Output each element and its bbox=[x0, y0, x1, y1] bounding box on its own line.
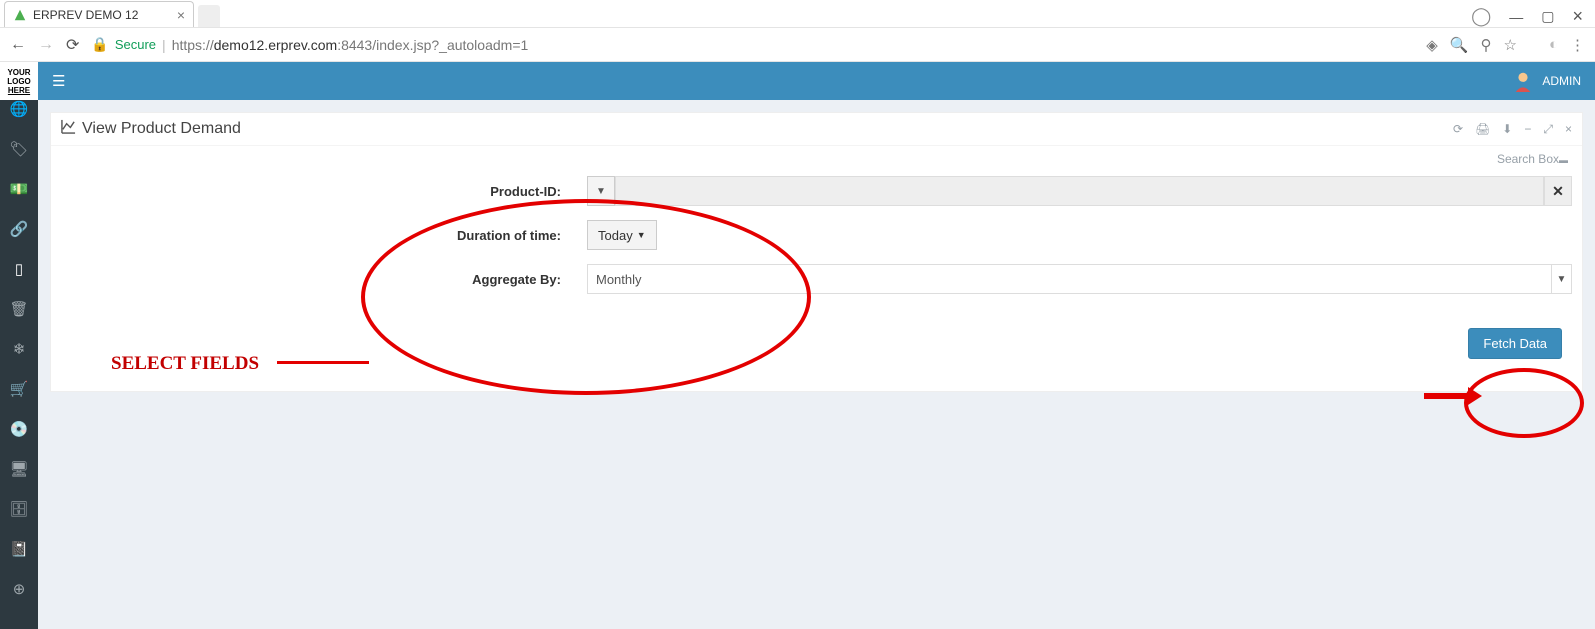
logo-line2: LOGO bbox=[7, 77, 31, 86]
product-id-input[interactable] bbox=[615, 176, 1544, 206]
aggregate-value: Monthly bbox=[596, 272, 642, 287]
url-field[interactable]: 🔒 Secure | https://demo12.erprev.com:844… bbox=[91, 36, 1414, 53]
panel-close-icon[interactable]: × bbox=[1565, 122, 1572, 137]
refresh-icon[interactable]: ⟳ bbox=[1453, 122, 1463, 137]
left-nav: YOUR LOGO HERE 🌐 🏷 💵 🔗 ▯ 🗑 ❄ 🛒 💿 🖥 🗄 📓 ⊕ bbox=[0, 62, 38, 629]
address-icons: ◈ 🔍 ⚲ ☆ ◐ ⋮ bbox=[1426, 36, 1585, 54]
maximize-button[interactable]: ▢ bbox=[1541, 8, 1554, 25]
hamburger-icon[interactable]: ☰ bbox=[52, 72, 65, 90]
chevron-down-icon: ▼ bbox=[637, 230, 646, 240]
product-dropdown-button[interactable]: ▼ bbox=[587, 176, 615, 206]
row-aggregate: Aggregate By: Monthly ▼ bbox=[51, 264, 1582, 294]
tab-favicon bbox=[13, 8, 27, 22]
logo[interactable]: YOUR LOGO HERE bbox=[0, 62, 38, 100]
searchbox-toggle[interactable]: Search Box▬ bbox=[51, 146, 1582, 166]
tag-icon[interactable]: 🏷 bbox=[9, 140, 28, 158]
trash-icon[interactable]: 🗑 bbox=[9, 300, 28, 318]
cart-icon[interactable]: 🛒 bbox=[10, 380, 29, 398]
annotation-text: SELECT FIELDS bbox=[111, 353, 259, 375]
app-container: YOUR LOGO HERE 🌐 🏷 💵 🔗 ▯ 🗑 ❄ 🛒 💿 🖥 🗄 📓 ⊕… bbox=[0, 62, 1595, 629]
aggregate-select[interactable]: Monthly bbox=[587, 264, 1552, 294]
disc-icon[interactable]: 💿 bbox=[10, 420, 29, 438]
row-product-id: Product-ID: ▼ ✕ bbox=[51, 176, 1582, 206]
label-aggregate: Aggregate By: bbox=[51, 272, 587, 287]
window-controls: ◯ — ▢ × bbox=[1471, 6, 1595, 27]
panel-actions: ⟳ 🖨 ⬇ − ⤢ × bbox=[1453, 122, 1572, 137]
label-duration: Duration of time: bbox=[51, 228, 587, 243]
menu-icon[interactable]: ⋮ bbox=[1570, 36, 1585, 54]
minimize-button[interactable]: — bbox=[1509, 9, 1523, 25]
browser-tab[interactable]: ERPREV DEMO 12 × bbox=[4, 1, 194, 27]
logo-line3: HERE bbox=[7, 86, 31, 95]
forward-button[interactable]: → bbox=[38, 36, 54, 54]
close-icon[interactable]: × bbox=[177, 7, 185, 23]
fetch-data-button[interactable]: Fetch Data bbox=[1468, 328, 1562, 359]
minus-icon[interactable]: − bbox=[1524, 122, 1531, 137]
user-label: ADMIN bbox=[1542, 74, 1581, 88]
duration-dropdown[interactable]: Today ▼ bbox=[587, 220, 657, 250]
notebook-icon[interactable]: 📓 bbox=[10, 540, 29, 558]
panel-title: View Product Demand bbox=[61, 119, 241, 139]
account-icon[interactable]: ◯ bbox=[1471, 6, 1491, 27]
logo-line1: YOUR bbox=[7, 68, 31, 77]
link-icon[interactable]: 🔗 bbox=[10, 220, 29, 238]
device-icon[interactable]: ▯ bbox=[15, 260, 23, 278]
label-product-id: Product-ID: bbox=[51, 184, 587, 199]
window-close-button[interactable]: × bbox=[1572, 6, 1583, 27]
avatar bbox=[1512, 70, 1534, 92]
fetch-row: Fetch Data bbox=[51, 328, 1582, 359]
globe-icon[interactable]: ⊕ bbox=[13, 580, 26, 598]
url-path: :8443/index.jsp?_autoloadm=1 bbox=[337, 37, 528, 53]
lock-icon: 🔒 bbox=[91, 36, 108, 53]
url-host: demo12.erprev.com bbox=[214, 37, 337, 53]
new-tab-button[interactable] bbox=[198, 5, 220, 27]
star-icon[interactable]: ☆ bbox=[1503, 36, 1516, 54]
monitor-icon[interactable]: 🖥 bbox=[9, 460, 28, 478]
annotation-arrow bbox=[1424, 393, 1470, 399]
annotation-line bbox=[277, 361, 369, 364]
reload-button[interactable]: ⟳ bbox=[66, 35, 79, 55]
chevron-down-icon[interactable]: ▼ bbox=[1552, 264, 1572, 294]
address-bar: ← → ⟳ 🔒 Secure | https://demo12.erprev.c… bbox=[0, 28, 1595, 62]
clear-product-button[interactable]: ✕ bbox=[1544, 176, 1572, 206]
cash-icon[interactable]: 💵 bbox=[10, 180, 29, 198]
back-button[interactable]: ← bbox=[10, 36, 26, 54]
chart-icon bbox=[61, 119, 76, 139]
zoom-icon[interactable]: 🔍 bbox=[1450, 36, 1469, 54]
database-icon[interactable]: 🗄 bbox=[9, 500, 28, 518]
expand-icon[interactable]: ⤢ bbox=[1543, 122, 1553, 137]
browser-chrome: ERPREV DEMO 12 × ◯ — ▢ × ← → ⟳ 🔒 Secure … bbox=[0, 0, 1595, 62]
extension-icon[interactable]: ◐ bbox=[1549, 36, 1558, 53]
url-scheme: https:// bbox=[172, 37, 214, 53]
user-area[interactable]: ADMIN bbox=[1512, 70, 1581, 92]
key-icon[interactable]: ⚲ bbox=[1480, 36, 1491, 54]
duration-value: Today bbox=[598, 228, 633, 243]
snow-icon[interactable]: ❄ bbox=[13, 340, 26, 358]
print-icon[interactable]: 🖨 bbox=[1475, 122, 1490, 137]
top-bar: ☰ ADMIN bbox=[38, 62, 1595, 100]
panel-view-product-demand: View Product Demand ⟳ 🖨 ⬇ − ⤢ × Search B… bbox=[50, 112, 1583, 392]
download-icon[interactable]: ⬇ bbox=[1502, 122, 1512, 137]
panel-header: View Product Demand ⟳ 🖨 ⬇ − ⤢ × bbox=[51, 113, 1582, 146]
panel-title-text: View Product Demand bbox=[82, 120, 241, 138]
location-icon[interactable]: ◈ bbox=[1426, 36, 1438, 54]
main-content: View Product Demand ⟳ 🖨 ⬇ − ⤢ × Search B… bbox=[38, 62, 1595, 629]
dashboard-icon[interactable]: 🌐 bbox=[10, 100, 29, 118]
browser-tab-bar: ERPREV DEMO 12 × ◯ — ▢ × bbox=[0, 0, 1595, 28]
annotation-ellipse-button bbox=[1464, 368, 1584, 438]
form-area: Product-ID: ▼ ✕ Duration of time: Today … bbox=[51, 166, 1582, 328]
row-duration: Duration of time: Today ▼ bbox=[51, 220, 1582, 250]
secure-label: Secure bbox=[115, 37, 156, 52]
tab-title: ERPREV DEMO 12 bbox=[33, 8, 177, 22]
